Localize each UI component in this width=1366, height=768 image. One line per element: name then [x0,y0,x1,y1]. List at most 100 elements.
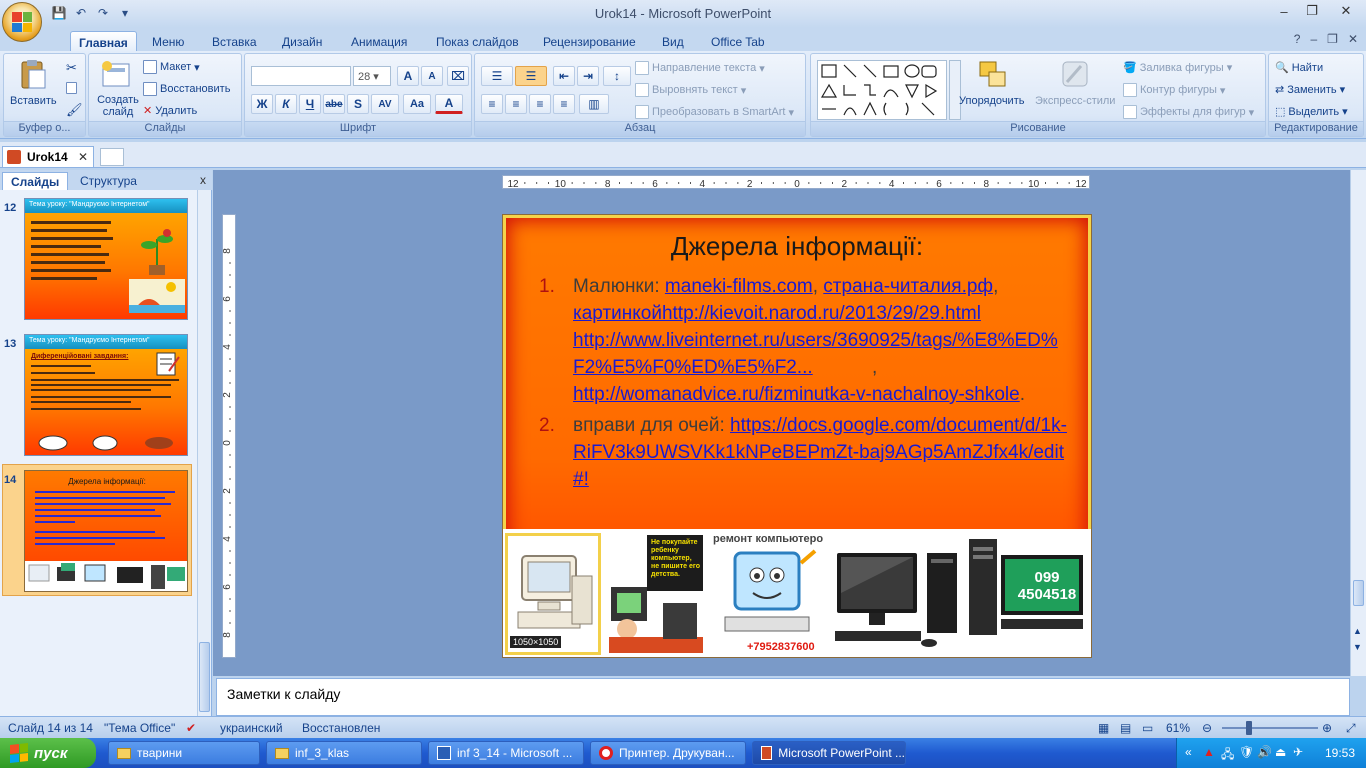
language-indicator[interactable]: украинский [220,721,283,735]
find-button[interactable]: 🔍 Найти [1275,61,1323,75]
computer-cartoon-image[interactable]: 1050×1050 [505,533,601,655]
text-direction-button[interactable]: Направление текста ▾ [635,61,765,75]
font-size-combo[interactable]: 28 ▾ [353,66,391,86]
quick-styles-icon[interactable] [1059,58,1091,90]
delete-slide-button[interactable]: ✕ Удалить [143,104,197,118]
restore-button[interactable]: ❐ [1298,0,1326,22]
tab-outline[interactable]: Структура [72,172,145,190]
copy-icon[interactable] [66,82,77,94]
cut-icon[interactable]: ✂ [66,60,77,76]
zoom-slider-thumb[interactable] [1246,721,1252,735]
security-icon[interactable]: 🛡 [1239,745,1254,759]
increase-indent-button[interactable]: ⇥ [577,66,599,86]
slides-panel-scrollbar[interactable] [197,190,211,716]
reset-button[interactable]: Восстановить [143,82,230,96]
line-spacing-button[interactable]: ↕ [603,66,631,86]
ribbon-restore-icon[interactable]: ❐ [1327,32,1338,46]
slide-thumbnail-13[interactable]: Тема уроку: "Мандруємо Інтернетом" Дифер… [24,334,188,456]
spellcheck-icon[interactable]: ✔ [186,721,196,735]
grow-font-button[interactable]: A [397,66,419,86]
zoom-level[interactable]: 61% [1166,721,1190,735]
bold-button[interactable]: Ж [251,94,273,114]
link-liveinternet[interactable]: http://www.liveinternet.ru/users/3690925… [573,327,1069,381]
align-left-button[interactable]: ≡ [481,94,503,114]
arrange-button[interactable]: Упорядочить [959,95,1024,107]
horizontal-ruler[interactable]: 12 10 8 6 4 2 0 2 4 6 8 10 12 [502,175,1090,190]
tab-menu[interactable]: Меню [144,31,192,52]
new-document-tab-button[interactable] [100,148,124,166]
paste-icon[interactable] [16,58,48,90]
scroll-thumb[interactable] [199,642,210,712]
tab-view[interactable]: Вид [654,31,692,52]
volume-icon[interactable]: 🔊 [1257,745,1272,759]
theme-name[interactable]: "Тема Office" [104,721,175,735]
panel-close-icon[interactable]: x [200,173,206,187]
next-slide-icon[interactable]: ▼ [1353,642,1362,652]
link-strana-chitaliya[interactable]: страна-читалия.рф [823,276,993,297]
select-button[interactable]: ⬚ Выделить ▾ [1275,105,1348,119]
close-tab-icon[interactable]: ✕ [78,150,88,164]
usb-icon[interactable]: ⏏ [1275,745,1286,759]
new-slide-button[interactable]: Создать слайд [95,94,141,118]
align-right-button[interactable]: ≡ [529,94,551,114]
previous-slide-icon[interactable]: ▲ [1353,626,1362,636]
current-slide[interactable]: Джерела інформації: 1. Малюнки: maneki-f… [502,214,1092,658]
link-kievoit[interactable]: картинкойhttp://kievoit.narod.ru/2013/29… [573,300,1069,327]
vertical-ruler[interactable]: 8 6 4 2 0 2 4 6 8 [222,214,236,658]
paste-button[interactable]: Вставить [10,95,57,107]
pc-advert-image[interactable]: 099 4504518 [965,533,1091,655]
align-center-button[interactable]: ≡ [505,94,527,114]
shapes-scroll[interactable] [949,60,961,120]
child-computer-image[interactable]: Не покупайте ребенку компьютер, не пишит… [607,533,705,655]
tab-design[interactable]: Дизайн [274,31,330,52]
replace-button[interactable]: ⇄ Заменить ▾ [1275,83,1345,97]
numbering-button[interactable]: ☰ [515,66,547,86]
underline-button[interactable]: Ч [299,94,321,114]
antivirus-icon[interactable]: ▲ [1203,745,1215,759]
convert-smartart-button[interactable]: Преобразовать в SmartArt ▾ [635,105,794,119]
tab-insert[interactable]: Вставка [204,31,265,52]
link-womanadvice[interactable]: http://womanadvice.ru/fizminutka-v-nacha… [573,384,1020,405]
shapes-gallery[interactable] [817,60,947,120]
scroll-thumb[interactable] [1353,580,1364,606]
align-text-button[interactable]: Выровнять текст ▾ [635,83,746,97]
normal-view-icon[interactable]: ▦ [1098,721,1109,735]
layout-button[interactable]: Макет ▾ [143,60,200,74]
tray-expand-icon[interactable]: « [1185,745,1192,759]
zoom-out-icon[interactable]: ⊖ [1202,721,1212,735]
link-maneki-films[interactable]: maneki-films.com [665,276,813,297]
font-color-button[interactable]: A [435,94,463,114]
tab-animation[interactable]: Анимация [343,31,415,52]
shrink-font-button[interactable]: A [421,66,443,86]
help-icon[interactable]: ? [1294,32,1301,46]
strikethrough-button[interactable]: abe [323,94,345,114]
computer-repair-image[interactable]: ремонт компьютеро +7952837600 [711,533,827,655]
format-painter-icon[interactable]: 🖌 [66,102,83,118]
fit-to-window-icon[interactable]: ⤢ [1346,721,1356,736]
document-tab-urok14[interactable]: Urok14 ✕ [2,146,94,167]
taskbar-item-folder-tvaryny[interactable]: тварини [108,741,260,765]
change-case-button[interactable]: Aa [403,94,431,114]
taskbar-item-powerpoint[interactable]: Microsoft PowerPoint ... [752,741,906,765]
close-button[interactable]: ✕ [1326,0,1366,22]
slide-title[interactable]: Джерела інформації: [503,231,1091,262]
slide-show-icon[interactable]: ▭ [1142,721,1153,735]
bullets-button[interactable]: ☰ [481,66,513,86]
taskbar-item-folder-inf3klas[interactable]: inf_3_klas [266,741,422,765]
decrease-indent-button[interactable]: ⇤ [553,66,575,86]
desktop-pc-image[interactable] [831,533,961,655]
zoom-slider[interactable] [1222,727,1318,729]
char-spacing-button[interactable]: AV [371,94,399,114]
slide-thumbnail-14[interactable]: Джерела інформації: [24,470,188,592]
ribbon-minimize-icon[interactable]: – [1310,32,1317,46]
shape-outline-button[interactable]: Контур фигуры ▾ [1123,83,1225,97]
italic-button[interactable]: К [275,94,297,114]
shape-fill-button[interactable]: 🪣 Заливка фигуры ▾ [1123,61,1232,75]
font-name-combo[interactable] [251,66,351,86]
notes-pane[interactable]: Заметки к слайду [216,678,1350,716]
tab-home[interactable]: Главная [70,31,137,52]
justify-button[interactable]: ≡ [553,94,575,114]
clear-formatting-button[interactable]: ⌧ [447,66,469,86]
slide-thumbnail-12[interactable]: Тема уроку: "Мандруємо Інтернетом" [24,198,188,320]
safely-remove-icon[interactable]: ✈ [1293,745,1303,759]
